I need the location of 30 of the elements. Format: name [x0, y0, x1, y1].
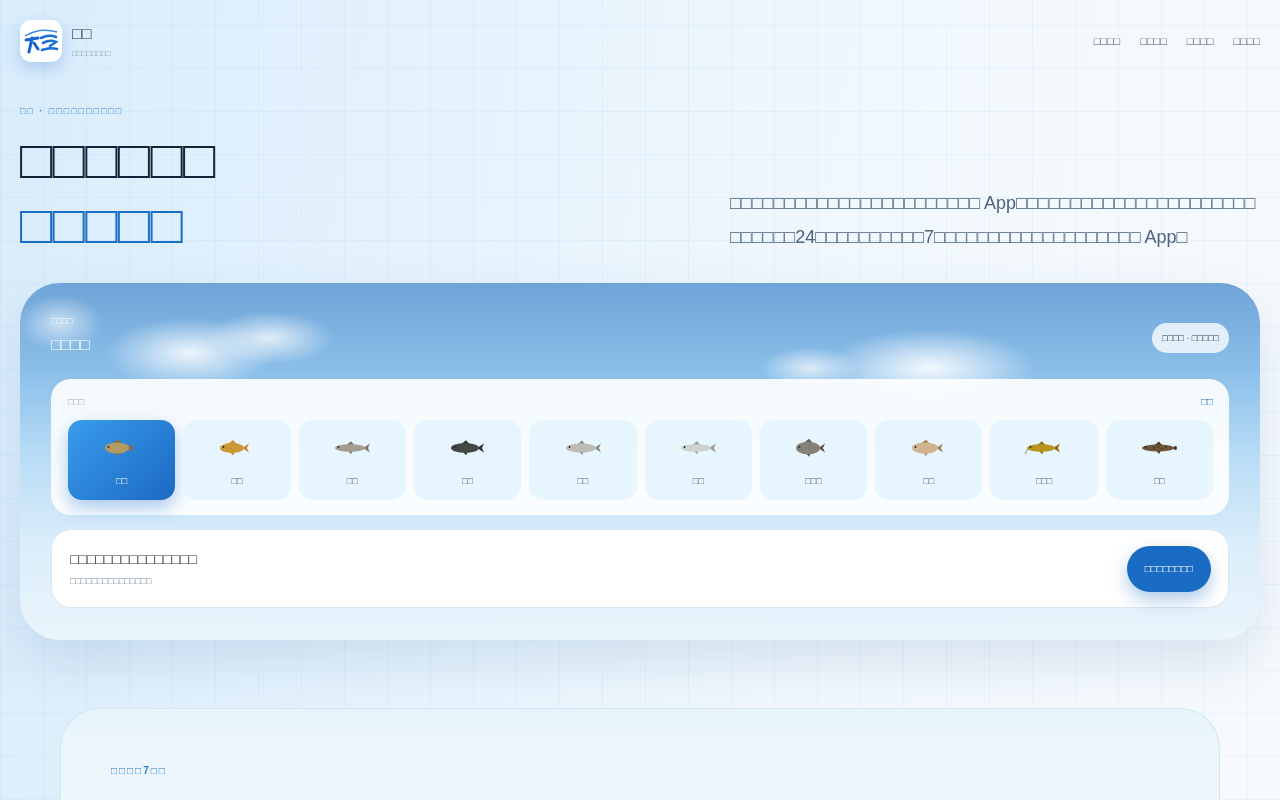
prompt-title: □□□□□□□□□□□□□□□ [70, 550, 197, 567]
fish-tile[interactable]: □□ [183, 420, 291, 500]
picker-label: □□□ [68, 396, 85, 408]
picker-link[interactable]: □□ [1200, 396, 1213, 408]
hero-description: □□□□□□□□□□□□□□□□□□□□□□□ App□□□□□□□□□□□□□□□□□□□□□□□□□□□□24□□□□□□□□□□7□□□□□□□□□□□□□□□□□□□ App□ [730, 192, 1257, 249]
fish-tile[interactable]: □□ [413, 420, 522, 500]
card-title: □□□□ [51, 335, 90, 355]
fish-tile[interactable]: □□ [1105, 420, 1213, 500]
fish-tile[interactable]: □□□ [990, 420, 1098, 500]
nav-link[interactable]: □□□□ [1233, 34, 1260, 48]
info-pill: □□□□ · □□□□□ [1152, 323, 1229, 353]
fish-tile[interactable]: □□ [298, 420, 406, 500]
headline: □□□□□□ [20, 128, 216, 191]
brand-tagline: □□□□□□□□ [72, 48, 111, 58]
headline-accent: □□□□□ [20, 193, 184, 256]
prompt-subtitle: □□□□□□□□□□□□□□□ [70, 575, 152, 587]
nav-link[interactable]: □□□□ [1093, 34, 1121, 48]
logo-icon [20, 20, 62, 62]
fish-tile[interactable]: □□ [529, 420, 637, 500]
section-eyebrow: □□□□7□□ [111, 765, 167, 777]
fish-tile[interactable]: □□ [68, 420, 176, 500]
fish-tile[interactable]: □□ [875, 420, 983, 500]
action-button[interactable]: □□□□□□□□ [1126, 545, 1211, 592]
card-eyebrow: □□□□ [51, 315, 73, 327]
fish-tile[interactable]: □□□ [759, 420, 868, 500]
fish-tile[interactable]: □□ [644, 420, 752, 500]
brand-name: □□ [72, 24, 92, 43]
nav-link[interactable]: □□□□ [1140, 34, 1167, 48]
breadcrumb: □□ · □□□□□□□□□□ [20, 106, 124, 117]
nav-link[interactable]: □□□□ [1186, 34, 1214, 48]
